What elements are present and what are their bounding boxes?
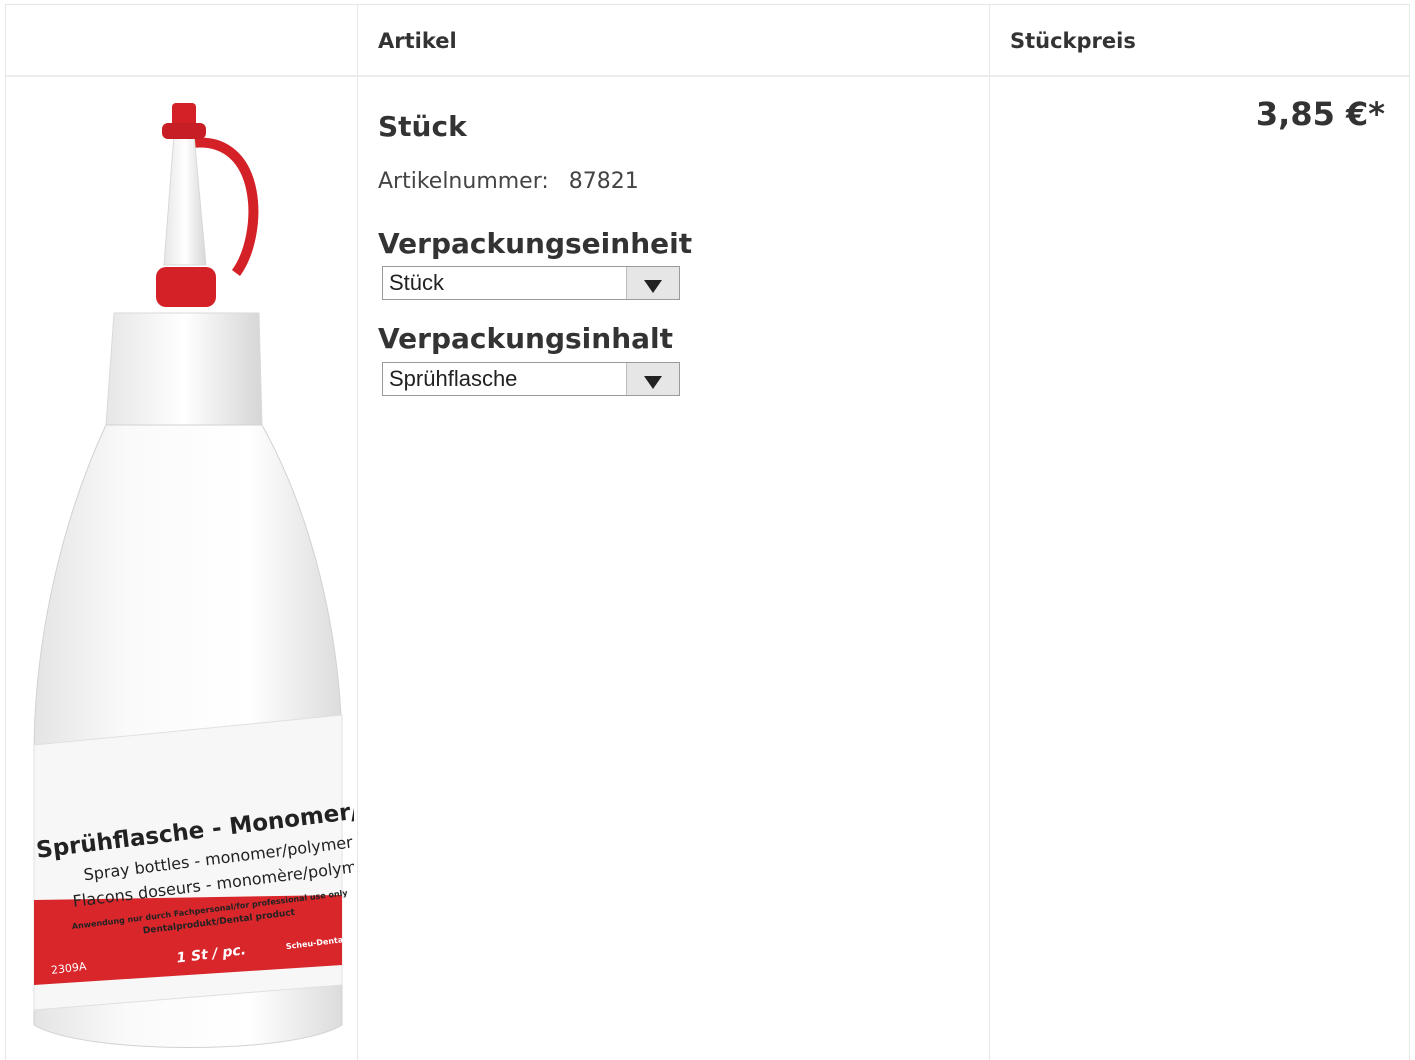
column-divider [989,5,990,1060]
packaging-content-label: Verpackungsinhalt [378,322,674,355]
dropdown-button[interactable] [626,267,679,299]
header-row-divider [6,75,1409,77]
packaging-content-select[interactable]: Sprühflasche [382,362,680,396]
article-number-label: Artikelnummer: [378,169,549,194]
article-number-value: 87821 [568,169,639,194]
product-title: Stück [378,110,467,143]
product-table: Artikel Stückpreis Sprühflasche - Monome… [5,4,1410,1060]
packaging-unit-select[interactable]: Stück [382,266,680,300]
product-image[interactable]: Sprühflasche - Monomer/Poly Spray bottle… [24,95,415,1055]
header-stueckpreis: Stückpreis [1010,29,1136,53]
packaging-unit-label: Verpackungseinheit [378,227,693,260]
column-divider [357,5,358,1060]
unit-price: 3,85 €* [1255,95,1385,133]
packaging-unit-value: Stück [389,270,445,295]
packaging-content-value: Sprühflasche [389,366,518,391]
article-number-row: Artikelnummer: 87821 [378,169,639,194]
dropdown-button[interactable] [626,363,679,395]
triangle-down-icon [644,376,662,389]
triangle-down-icon [644,280,662,293]
header-artikel: Artikel [378,29,457,53]
